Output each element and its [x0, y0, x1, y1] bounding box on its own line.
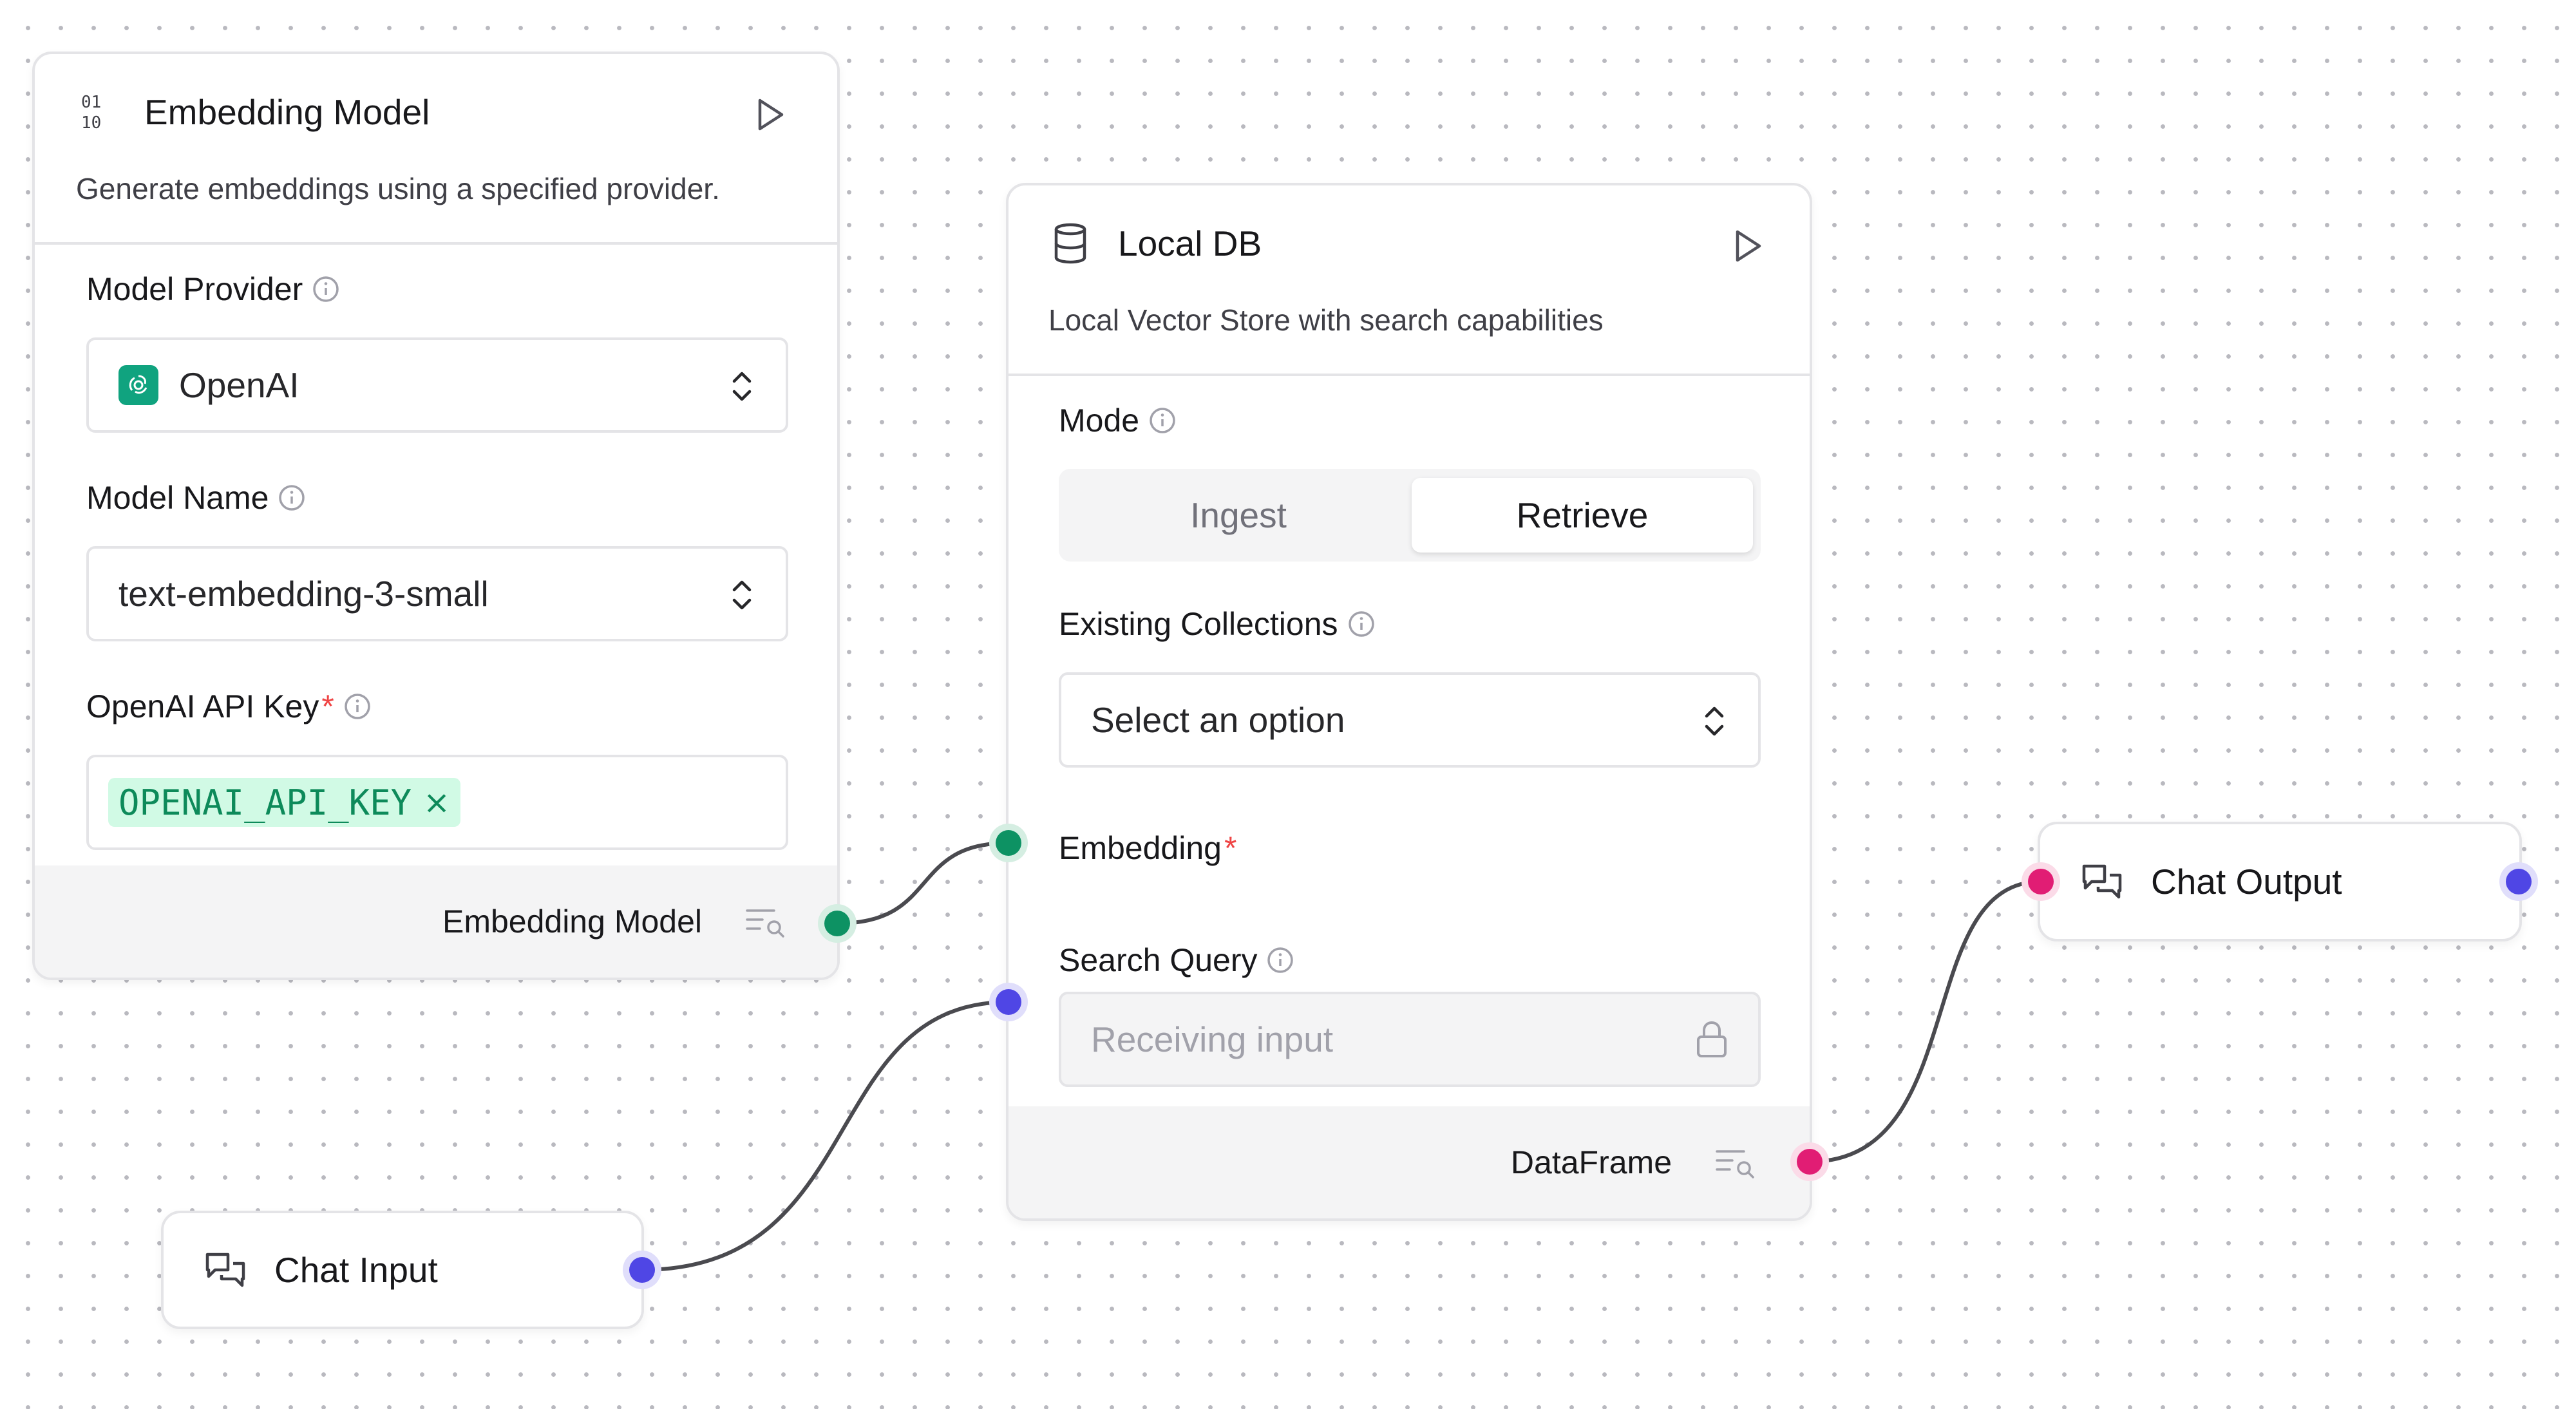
chat-output-output-port[interactable]: [2506, 869, 2532, 894]
mode-toggle[interactable]: Ingest Retrieve: [1059, 469, 1761, 562]
required-marker: *: [1224, 830, 1237, 866]
chevron-up-down-icon: [1703, 703, 1726, 748]
chat-bubbles-icon: [2081, 862, 2123, 901]
search-query-input-port[interactable]: [996, 989, 1021, 1015]
node-title: Chat Output: [2151, 862, 2342, 902]
mode-option-ingest[interactable]: Ingest: [1068, 478, 1409, 553]
search-query-label: Search Query: [1059, 941, 1294, 979]
node-title: Chat Input: [274, 1250, 438, 1290]
embedding-input-port[interactable]: [996, 830, 1021, 856]
openai-logo-icon: [118, 365, 158, 405]
inspect-output-icon[interactable]: [1714, 1146, 1757, 1178]
edge-chat-input-to-search-query[interactable]: [641, 1000, 1009, 1272]
dataframe-output-port[interactable]: [1797, 1149, 1823, 1175]
divider: [1009, 374, 1810, 376]
model-name-label: Model Name: [86, 479, 306, 516]
output-label: DataFrame: [1510, 1144, 1672, 1180]
node-title: Embedding Model: [144, 92, 430, 132]
database-icon: [1052, 223, 1088, 264]
chat-bubbles-icon: [205, 1251, 246, 1289]
chat-output-input-port[interactable]: [2028, 869, 2054, 894]
api-key-input[interactable]: OPENAI_API_KEY ×: [86, 755, 788, 850]
info-icon[interactable]: [312, 275, 340, 303]
mode-option-retrieve[interactable]: Retrieve: [1412, 478, 1753, 553]
info-icon[interactable]: [1347, 610, 1376, 638]
model-name-select[interactable]: text-embedding-3-small: [86, 546, 788, 641]
lock-icon: [1695, 1020, 1728, 1059]
binary-icon: 01 10: [81, 92, 112, 132]
remove-chip-icon[interactable]: ×: [423, 784, 450, 821]
api-key-label: OpenAI API Key *: [86, 688, 372, 725]
divider: [35, 242, 837, 245]
chevron-up-down-icon: [730, 577, 753, 621]
node-footer: Embedding Model: [35, 865, 837, 978]
info-icon[interactable]: [1148, 406, 1177, 435]
info-icon[interactable]: [1266, 946, 1294, 974]
inspect-output-icon[interactable]: [744, 905, 787, 938]
embedding-model-node[interactable]: 01 10 Embedding Model Generate embedding…: [32, 52, 840, 980]
required-marker: *: [321, 688, 334, 724]
node-description: Local Vector Store with search capabilit…: [1048, 303, 1604, 337]
run-component-button[interactable]: [755, 97, 786, 133]
node-description: Generate embeddings using a specified pr…: [76, 172, 720, 205]
info-icon[interactable]: [278, 484, 306, 512]
embedding-input-label: Embedding *: [1059, 830, 1237, 866]
model-provider-select[interactable]: OpenAI: [86, 337, 788, 433]
mode-label: Mode: [1059, 402, 1177, 439]
model-provider-label: Model Provider: [86, 270, 340, 308]
global-variable-chip[interactable]: OPENAI_API_KEY ×: [108, 778, 461, 827]
existing-collections-label: Existing Collections: [1059, 605, 1376, 643]
embedding-model-output-port[interactable]: [824, 911, 850, 936]
edge-dataframe-to-chat-output[interactable]: [1809, 880, 2041, 1164]
search-query-input: Receiving input: [1059, 992, 1761, 1087]
chat-output-node[interactable]: Chat Output: [2038, 822, 2522, 941]
existing-collections-select[interactable]: Select an option: [1059, 672, 1761, 768]
node-title: Local DB: [1118, 223, 1262, 263]
svg-text:10: 10: [81, 113, 101, 132]
chat-input-node[interactable]: Chat Input: [161, 1211, 644, 1329]
info-icon[interactable]: [343, 692, 372, 721]
chevron-up-down-icon: [730, 368, 753, 413]
local-db-node[interactable]: Local DB Local Vector Store with search …: [1006, 183, 1812, 1221]
edge-embedding[interactable]: [837, 841, 1009, 925]
output-label: Embedding Model: [442, 903, 702, 940]
run-component-button[interactable]: [1732, 228, 1763, 264]
svg-text:01: 01: [81, 93, 101, 112]
node-footer: DataFrame: [1009, 1106, 1810, 1218]
chat-input-output-port[interactable]: [629, 1257, 655, 1283]
